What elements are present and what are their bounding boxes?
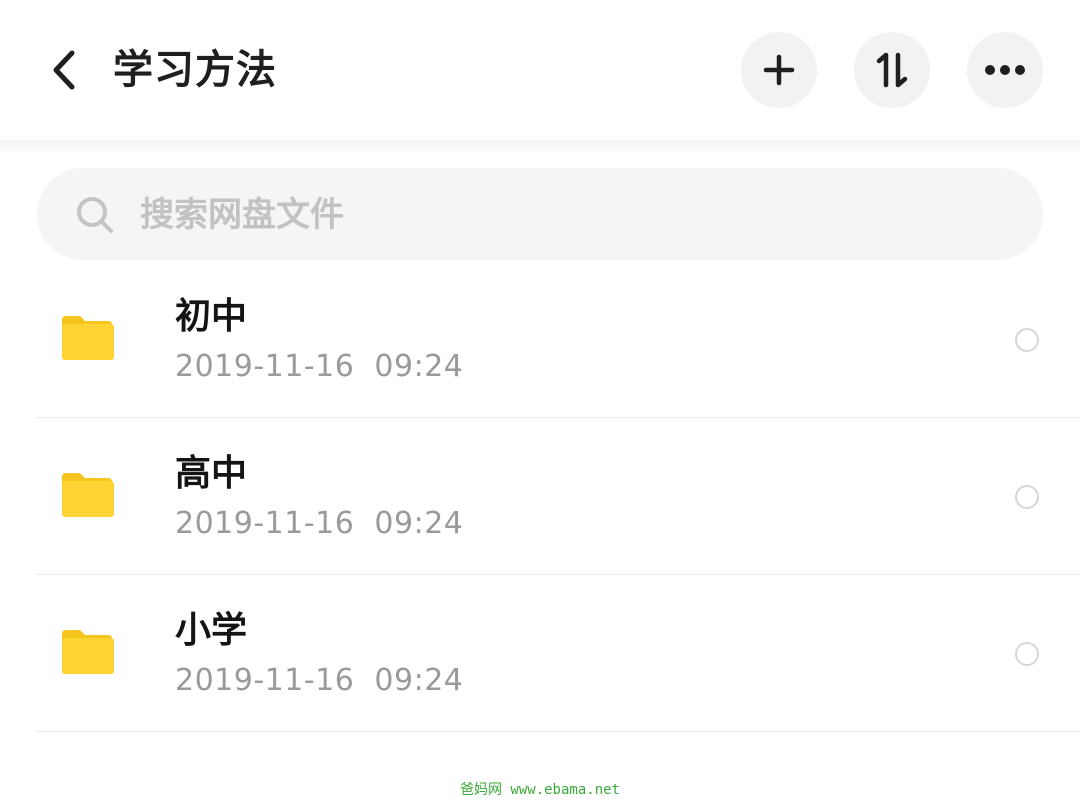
sort-icon <box>876 52 908 88</box>
folder-icon <box>62 630 114 674</box>
select-radio[interactable] <box>1015 642 1039 666</box>
select-radio[interactable] <box>1015 328 1039 352</box>
top-bar: 学习方法 <box>0 0 1080 140</box>
search-icon-container <box>74 194 116 236</box>
row-divider <box>35 731 1080 732</box>
folder-name: 初中 <box>175 296 248 337</box>
page-title: 学习方法 <box>113 47 277 93</box>
back-button[interactable] <box>38 42 90 98</box>
more-dots-icon <box>985 65 1025 75</box>
plus-icon <box>763 54 795 86</box>
list-item-folder[interactable]: 小学 2019-11-16 09:24 <box>0 575 1080 732</box>
folder-icon <box>62 473 114 517</box>
modified-time: 2019-11-16 09:24 <box>175 506 464 541</box>
file-browser-screen: 学习方法 搜索网盘文件 初中 2019-11-16 09:24 高中 2019-… <box>0 0 1080 804</box>
folder-icon <box>62 316 114 360</box>
modified-time: 2019-11-16 09:24 <box>175 349 464 384</box>
search-icon <box>77 197 113 233</box>
sort-button[interactable] <box>854 32 930 108</box>
modified-time: 2019-11-16 09:24 <box>175 663 464 698</box>
add-button[interactable] <box>741 32 817 108</box>
list-item-folder[interactable]: 高中 2019-11-16 09:24 <box>0 418 1080 575</box>
select-radio[interactable] <box>1015 485 1039 509</box>
watermark-text: 爸妈网 www.ebama.net <box>459 782 620 798</box>
more-button[interactable] <box>967 32 1043 108</box>
file-list: 初中 2019-11-16 09:24 高中 2019-11-16 09:24 … <box>0 261 1080 732</box>
list-item-folder[interactable]: 初中 2019-11-16 09:24 <box>0 261 1080 418</box>
search-input[interactable] <box>140 188 1000 242</box>
folder-name: 小学 <box>175 610 248 651</box>
folder-name: 高中 <box>175 453 248 494</box>
back-chevron-icon <box>53 50 75 90</box>
header-divider <box>0 140 1080 154</box>
